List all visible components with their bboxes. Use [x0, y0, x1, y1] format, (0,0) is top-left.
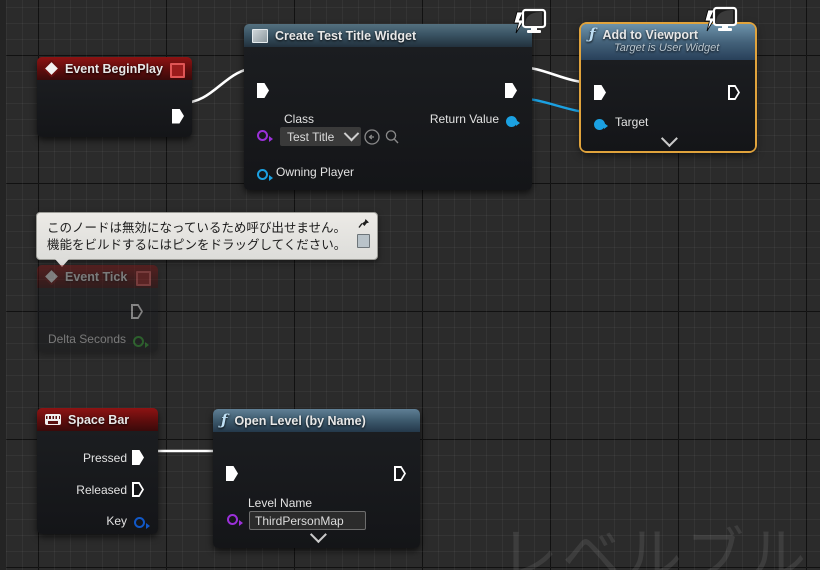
- released-label: Released: [76, 483, 127, 497]
- client-monitor-icon: [700, 6, 740, 36]
- search-icon[interactable]: [384, 129, 400, 145]
- node-body: [37, 80, 192, 137]
- exec-pin-out[interactable]: [505, 83, 517, 98]
- target-label: Target: [615, 115, 649, 129]
- function-fx-icon: ƒ: [589, 25, 596, 43]
- level-name-input-value: ThirdPersonMap: [255, 513, 344, 528]
- pressed-label: Pressed: [82, 451, 127, 465]
- event-diamond-icon: [42, 267, 61, 286]
- exec-pin-out[interactable]: [728, 85, 740, 100]
- class-pin-label: Class: [284, 112, 315, 126]
- node-title: Event Tick: [65, 269, 128, 284]
- exec-pin-out[interactable]: [394, 466, 406, 481]
- owning-player-pin[interactable]: [257, 169, 273, 181]
- node-event-tick[interactable]: Event Tick Delta Seconds: [37, 265, 158, 352]
- delta-seconds-label: Delta Seconds: [47, 332, 126, 346]
- exec-pin-out[interactable]: [131, 304, 143, 319]
- node-expander-chevron-down-icon[interactable]: [213, 525, 420, 543]
- node-space-bar[interactable]: Space Bar Pressed Released Key: [37, 408, 158, 534]
- node-title: Open Level (by Name): [234, 413, 366, 428]
- graph-left-edge: [0, 0, 6, 570]
- client-monitor-icon: [509, 8, 549, 38]
- document-icon[interactable]: [357, 234, 370, 248]
- key-label: Key: [106, 514, 127, 528]
- owning-player-label: Owning Player: [276, 165, 355, 179]
- keyboard-icon: [45, 414, 61, 425]
- pin-row-exec-out[interactable]: [172, 106, 184, 126]
- exec-pin-out[interactable]: [172, 108, 184, 124]
- tooltip-line-1: このノードは無効になっているため呼び出せません。: [47, 220, 347, 235]
- node-body: Level Name ThirdPersonMap: [213, 432, 420, 548]
- node-body: Pressed Released Key: [37, 431, 158, 534]
- disabled-node-tooltip: このノードは無効になっているため呼び出せません。 機能をビルドするにはピンをドラ…: [36, 212, 378, 267]
- background-watermark: レベルブル: [500, 521, 811, 570]
- node-title: Space Bar: [68, 412, 130, 427]
- node-header[interactable]: ƒ Open Level (by Name): [213, 409, 420, 432]
- class-pin[interactable]: [257, 130, 273, 142]
- tooltip-line-2: 機能をビルドするにはピンをドラッグしてください。: [47, 237, 347, 252]
- level-name-pin[interactable]: [227, 514, 243, 526]
- node-body: Delta Seconds: [37, 288, 158, 352]
- target-pin[interactable]: [594, 119, 608, 130]
- node-title: Add to Viewport: [602, 27, 699, 42]
- pressed-exec-pin[interactable]: [132, 450, 144, 465]
- key-pin[interactable]: [134, 517, 150, 529]
- node-add-to-viewport[interactable]: ƒ Add to Viewport Target is User Widget …: [581, 6, 755, 151]
- node-title: Event BeginPlay: [65, 61, 163, 76]
- node-body: Target: [581, 60, 755, 151]
- released-exec-pin[interactable]: [132, 482, 144, 497]
- blueprint-graph-canvas[interactable]: レベルブル Event BeginPlay Create Test Title …: [0, 0, 820, 570]
- level-name-label: Level Name: [248, 496, 313, 510]
- exec-pin-in[interactable]: [594, 85, 606, 100]
- event-diamond-icon: [42, 59, 61, 78]
- delta-seconds-pin[interactable]: [133, 336, 149, 348]
- return-value-label: Return Value: [429, 112, 499, 126]
- function-fx-icon: ƒ: [221, 411, 228, 429]
- class-dropdown-value: Test Title: [287, 129, 335, 144]
- exec-pin-in[interactable]: [257, 83, 269, 98]
- node-subtitle: Target is User Widget: [614, 42, 720, 54]
- return-value-pin[interactable]: [506, 116, 520, 127]
- node-title: Create Test Title Widget: [275, 28, 417, 43]
- node-create-test-title-widget[interactable]: Create Test Title Widget Class Test Titl…: [244, 8, 547, 190]
- node-event-begin-play[interactable]: Event BeginPlay: [37, 57, 192, 137]
- node-header[interactable]: Event Tick: [37, 265, 158, 288]
- exec-pin-in[interactable]: [226, 466, 238, 481]
- browse-back-icon[interactable]: [364, 129, 380, 145]
- stop-square-icon[interactable]: [136, 271, 151, 286]
- pin-icon[interactable]: [358, 218, 370, 230]
- widget-icon: [252, 28, 268, 43]
- node-expander-chevron-down-icon[interactable]: [581, 129, 755, 147]
- node-header[interactable]: Space Bar: [37, 408, 158, 431]
- node-body: Class Test Title Owning Player Return Va…: [244, 47, 532, 190]
- node-open-level-by-name[interactable]: ƒ Open Level (by Name) Level Name ThirdP…: [213, 409, 420, 548]
- class-dropdown[interactable]: Test Title: [280, 125, 361, 146]
- chevron-down-icon: [343, 125, 360, 142]
- node-header[interactable]: Create Test Title Widget: [244, 24, 532, 47]
- stop-square-icon[interactable]: [170, 63, 185, 78]
- node-header[interactable]: Event BeginPlay: [37, 57, 192, 80]
